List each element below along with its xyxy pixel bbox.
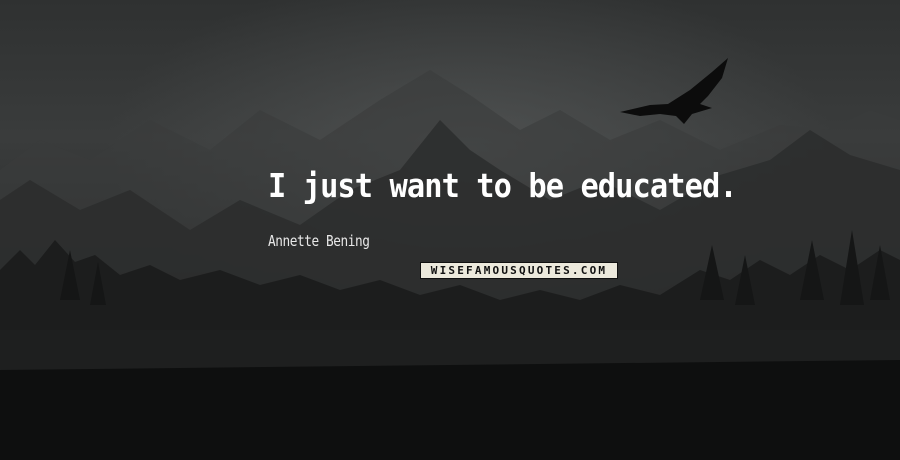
- dragon-silhouette-icon: [620, 58, 728, 124]
- quote-author: Annette Bening: [268, 232, 370, 250]
- ground: [0, 360, 900, 460]
- quote-text: I just want to be educated.: [268, 166, 738, 205]
- quote-card: I just want to be educated. Annette Beni…: [0, 0, 900, 460]
- watermark-text: WISEFAMOUSQUOTES.COM: [430, 264, 608, 277]
- mountain-landscape: [0, 58, 900, 460]
- watermark-logo: WISEFAMOUSQUOTES.COM: [420, 262, 618, 279]
